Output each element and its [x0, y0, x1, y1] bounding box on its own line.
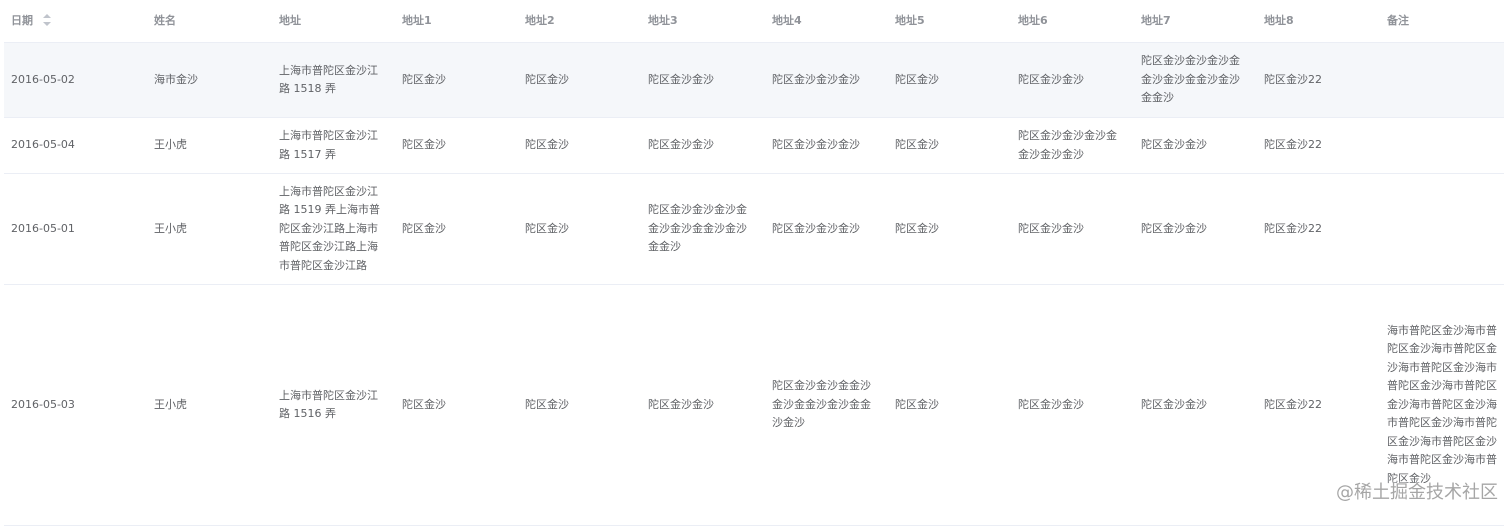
- cell-address4: 陀区金沙金沙金沙: [765, 117, 888, 174]
- cell-address4: 陀区金沙金沙金金沙金沙金金沙金沙金金沙金沙: [765, 284, 888, 526]
- cell-address3: 陀区金沙金沙: [641, 42, 765, 118]
- watermark: @稀土掘金技术社区: [1336, 482, 1498, 503]
- cell-address8: 陀区金沙22: [1257, 117, 1380, 174]
- cell-address2: 陀区金沙: [518, 117, 641, 174]
- cell-address: 上海市普陀区金沙江路 1518 弄: [272, 42, 395, 118]
- column-header-address7: 地址7: [1134, 0, 1257, 43]
- cell-name: 海市金沙: [147, 42, 272, 118]
- cell-address3: 陀区金沙金沙金沙金金沙金沙金金沙金沙金金沙: [641, 173, 765, 285]
- table-header-row: 日期 姓名 地址 地址1 地址2 地址3 地址4 地址5 地址6 地址7 地址8…: [4, 0, 1504, 43]
- cell-address2: 陀区金沙: [518, 173, 641, 285]
- cell-name: 王小虎: [147, 117, 272, 174]
- column-header-remark: 备注: [1380, 0, 1504, 43]
- cell-date: 2016-05-01: [4, 173, 147, 285]
- cell-date: 2016-05-02: [4, 42, 147, 118]
- column-header-address6: 地址6: [1011, 0, 1134, 43]
- cell-address1: 陀区金沙: [395, 117, 518, 174]
- column-header-address8: 地址8: [1257, 0, 1380, 43]
- cell-remark: [1380, 173, 1504, 285]
- cell-address: 上海市普陀区金沙江路 1519 弄上海市普陀区金沙江路上海市普陀区金沙江路上海市…: [272, 173, 395, 285]
- column-header-address5: 地址5: [888, 0, 1011, 43]
- cell-address6: 陀区金沙金沙: [1011, 284, 1134, 526]
- cell-address2: 陀区金沙: [518, 42, 641, 118]
- cell-name: 王小虎: [147, 173, 272, 285]
- cell-address7: 陀区金沙金沙: [1134, 117, 1257, 174]
- column-header-address3: 地址3: [641, 0, 765, 43]
- cell-address: 上海市普陀区金沙江路 1517 弄: [272, 117, 395, 174]
- column-header-address2: 地址2: [518, 0, 641, 43]
- column-header-label: 日期: [11, 13, 33, 27]
- column-header-date[interactable]: 日期: [4, 0, 147, 43]
- cell-address6: 陀区金沙金沙: [1011, 173, 1134, 285]
- table-row[interactable]: 2016-05-02 海市金沙 上海市普陀区金沙江路 1518 弄 陀区金沙 陀…: [4, 42, 1504, 118]
- cell-address5: 陀区金沙: [888, 284, 1011, 526]
- cell-address1: 陀区金沙: [395, 42, 518, 118]
- column-header-address4: 地址4: [765, 0, 888, 43]
- cell-address6: 陀区金沙金沙: [1011, 42, 1134, 118]
- cell-address1: 陀区金沙: [395, 173, 518, 285]
- cell-address5: 陀区金沙: [888, 173, 1011, 285]
- cell-remark: [1380, 42, 1504, 118]
- column-header-address1: 地址1: [395, 0, 518, 43]
- cell-address7: 陀区金沙金沙金沙金金沙金沙金金沙金沙金金沙: [1134, 42, 1257, 118]
- cell-address5: 陀区金沙: [888, 117, 1011, 174]
- table-row[interactable]: 2016-05-03 王小虎 上海市普陀区金沙江路 1516 弄 陀区金沙 陀区…: [4, 284, 1504, 526]
- cell-address3: 陀区金沙金沙: [641, 284, 765, 526]
- table-row[interactable]: 2016-05-04 王小虎 上海市普陀区金沙江路 1517 弄 陀区金沙 陀区…: [4, 117, 1504, 174]
- sort-caret-icon[interactable]: [42, 13, 51, 26]
- cell-remark: [1380, 117, 1504, 174]
- cell-date: 2016-05-03: [4, 284, 147, 526]
- column-header-address: 地址: [272, 0, 395, 43]
- cell-address7: 陀区金沙金沙: [1134, 284, 1257, 526]
- cell-name: 王小虎: [147, 284, 272, 526]
- table-row[interactable]: 2016-05-01 王小虎 上海市普陀区金沙江路 1519 弄上海市普陀区金沙…: [4, 173, 1504, 285]
- cell-address: 上海市普陀区金沙江路 1516 弄: [272, 284, 395, 526]
- cell-address2: 陀区金沙: [518, 284, 641, 526]
- cell-date: 2016-05-04: [4, 117, 147, 174]
- column-header-name: 姓名: [147, 0, 272, 43]
- data-table: 日期 姓名 地址 地址1 地址2 地址3 地址4 地址5 地址6 地址7 地址8…: [4, 0, 1504, 526]
- cell-address4: 陀区金沙金沙金沙: [765, 42, 888, 118]
- cell-address1: 陀区金沙: [395, 284, 518, 526]
- cell-address3: 陀区金沙金沙: [641, 117, 765, 174]
- cell-address8: 陀区金沙22: [1257, 42, 1380, 118]
- cell-address8: 陀区金沙22: [1257, 173, 1380, 285]
- cell-address5: 陀区金沙: [888, 42, 1011, 118]
- cell-address7: 陀区金沙金沙: [1134, 173, 1257, 285]
- cell-address6: 陀区金沙金沙金沙金金沙金沙金沙: [1011, 117, 1134, 174]
- cell-address4: 陀区金沙金沙金沙: [765, 173, 888, 285]
